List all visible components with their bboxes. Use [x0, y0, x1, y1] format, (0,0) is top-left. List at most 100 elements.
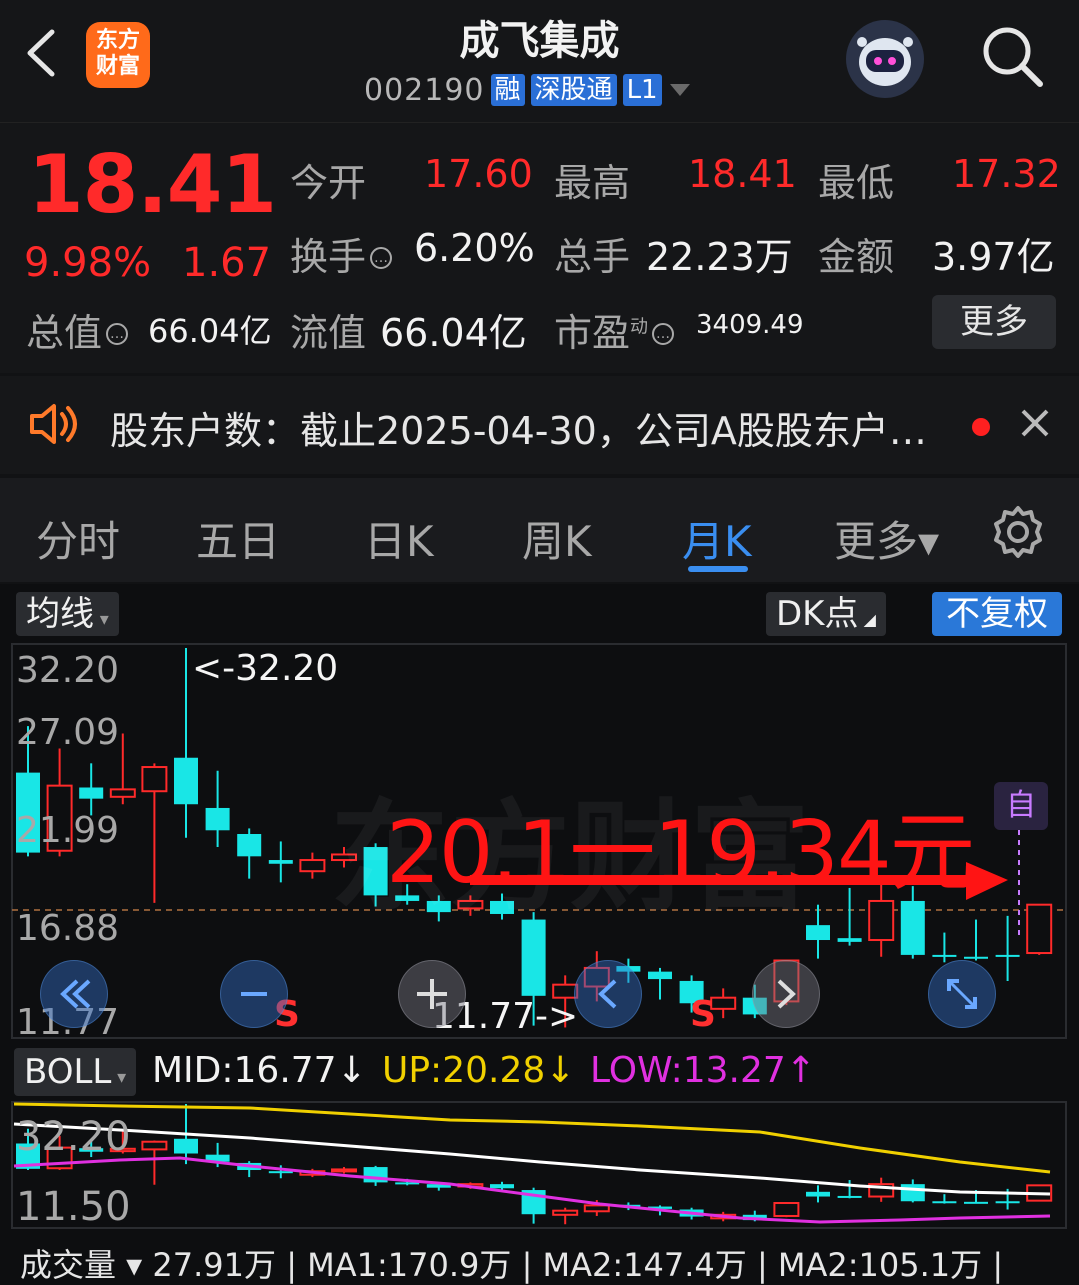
scroll-right-button[interactable] — [752, 960, 820, 1028]
custom-mark-button[interactable]: 自 — [994, 782, 1048, 830]
candle — [331, 1167, 357, 1174]
info-icon[interactable]: … — [652, 323, 675, 345]
news-headline[interactable]: 股东户数：截止2025-04-30，公司A股股东户… — [110, 400, 927, 455]
candle-body — [174, 1138, 198, 1154]
unread-dot — [972, 418, 990, 436]
sell-signal: S — [690, 994, 716, 1035]
y-axis-label-top: 32.20 — [16, 650, 120, 691]
candle — [79, 763, 104, 816]
candle-body — [268, 860, 293, 864]
candle-body — [79, 787, 104, 799]
dk-point-toggle[interactable]: DK点 ◢ — [766, 592, 886, 636]
y-axis-label: 16.88 — [16, 908, 120, 949]
market-cap-value: 66.04亿 — [148, 312, 272, 350]
volume-value: 22.23万 — [646, 235, 793, 279]
high-label: 最高 — [554, 161, 631, 205]
pe-sup: 动 — [630, 316, 649, 338]
candle — [806, 1185, 830, 1203]
more-quote-button[interactable]: 更多 — [932, 295, 1056, 349]
indicator-label: 均线 — [26, 594, 94, 634]
tab-monthly-k[interactable]: 月K — [682, 508, 752, 569]
pe-value: 3409.49 — [696, 310, 804, 340]
candle — [268, 841, 293, 883]
candle-body — [964, 956, 988, 959]
overlay-arrow — [470, 862, 1008, 900]
candle-body — [268, 1171, 293, 1174]
market-cap-label-text: 总值 — [26, 311, 103, 355]
assistant-robot-avatar[interactable] — [846, 20, 924, 98]
open-label: 今开 — [290, 161, 367, 205]
candle — [837, 1180, 862, 1199]
candle-body — [773, 1202, 800, 1217]
candle-body — [837, 1195, 862, 1198]
candle-body — [932, 954, 957, 957]
candle-body — [837, 938, 862, 942]
custom-mark-line — [1018, 830, 1020, 940]
float-cap-label: 流值 — [290, 311, 367, 355]
boll-axis-top: 32.20 — [16, 1114, 131, 1160]
tab-weekly-k[interactable]: 周K — [522, 508, 592, 569]
candle-body — [806, 1191, 830, 1197]
candle-body — [109, 788, 136, 798]
turnover-label-text: 换手 — [290, 235, 367, 279]
candle-body — [900, 1184, 925, 1202]
tab-intraday[interactable]: 分时 — [36, 508, 120, 569]
amount-value: 3.97亿 — [932, 235, 1055, 279]
zoom-in-button[interactable] — [398, 960, 466, 1028]
candle-body — [237, 834, 262, 857]
sub-indicator-selector[interactable]: BOLL ▾ — [14, 1048, 137, 1096]
indicator-selector[interactable]: 均线 ▾ — [16, 592, 119, 636]
info-icon[interactable]: … — [106, 323, 129, 345]
candle-body — [932, 1201, 957, 1204]
candle-body — [964, 1201, 988, 1204]
pe-label: 市盈动… — [554, 302, 675, 357]
scroll-left-fast-button[interactable] — [40, 960, 108, 1028]
turnover-value: 6.20% — [414, 226, 535, 270]
y-axis-label: 21.99 — [16, 810, 120, 851]
boll-chart[interactable] — [0, 1100, 1079, 1230]
candle — [868, 1177, 895, 1202]
tab-five-day[interactable]: 五日 — [196, 508, 280, 569]
chevron-right-icon — [777, 979, 796, 1009]
boll-axis-bottom: 11.50 — [16, 1184, 131, 1230]
candle — [932, 932, 957, 963]
speaker-icon — [30, 404, 77, 444]
candle-body — [331, 1168, 357, 1173]
change-percent: 9.98% — [24, 240, 152, 286]
tab-more[interactable]: 更多▾ — [834, 508, 939, 569]
y-axis-label: 27.09 — [16, 712, 120, 753]
max-price-marker: <-32.20 — [192, 648, 339, 689]
dk-label: DK点 — [776, 594, 859, 634]
candle — [773, 1202, 800, 1218]
candle-body — [995, 954, 1020, 957]
candle — [141, 763, 168, 903]
candle-body — [205, 807, 230, 831]
open-value: 17.60 — [424, 152, 533, 196]
candle-body — [583, 1204, 610, 1213]
boll-name: BOLL — [24, 1052, 112, 1092]
low-label: 最低 — [818, 161, 895, 205]
tab-daily-k[interactable]: 日K — [364, 508, 434, 569]
volume-legend[interactable]: 成交量 ▾ 27.91万 | MA1:170.9万 | MA2:147.4万 |… — [20, 1240, 1003, 1285]
low-value: 17.32 — [952, 152, 1061, 196]
stock-code: 002190 — [364, 72, 485, 108]
zoom-out-button[interactable] — [220, 960, 288, 1028]
info-icon[interactable]: … — [370, 247, 393, 269]
stock-subtitle[interactable]: 002190 融 深股通 L1 — [364, 72, 692, 108]
search-icon[interactable] — [980, 24, 1044, 88]
candle-body — [995, 1201, 1020, 1204]
adjustment-button[interactable]: 不复权 — [932, 592, 1062, 636]
candle-body — [141, 1140, 168, 1151]
candle — [237, 828, 262, 879]
fullscreen-button[interactable] — [928, 960, 996, 1028]
candle-body — [299, 859, 326, 873]
candle-body — [900, 900, 925, 955]
candle — [995, 915, 1020, 981]
settings-gear-icon[interactable] — [990, 504, 1046, 560]
float-cap-value: 66.04亿 — [380, 311, 527, 355]
tag-shenzhen-connect: 深股通 — [530, 74, 617, 106]
pe-label-text: 市盈 — [554, 311, 631, 355]
scroll-left-button[interactable] — [574, 960, 642, 1028]
chevron-left-icon — [598, 979, 617, 1009]
close-icon[interactable] — [1020, 408, 1050, 438]
